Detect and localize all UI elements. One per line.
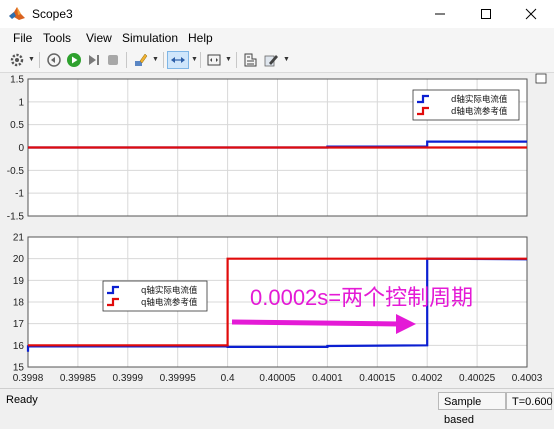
y-tick-label: 15 <box>13 363 25 374</box>
x-tick-label: 0.40005 <box>259 373 296 384</box>
y-tick-label: 18 <box>13 298 25 309</box>
scope-window: Scope3 File Tools View Simulation Help ▼ <box>0 0 554 426</box>
title-bar: Scope3 <box>0 0 554 28</box>
matlab-logo-icon <box>8 6 26 25</box>
y-tick-label: 21 <box>13 233 25 244</box>
plot-area: -1.5 -1 -0.5 0 0.5 1 1.5 0.3998 0.39985 0.3999 0.3… <box>0 73 554 387</box>
style-icon[interactable] <box>262 51 280 69</box>
settings-dropdown-icon[interactable]: ▼ <box>28 56 35 63</box>
close-button[interactable] <box>508 0 554 28</box>
x-tick-label: 0.4001 <box>312 373 343 384</box>
toolbar-separator <box>236 52 237 68</box>
y-tick-label: 0.5 <box>10 120 24 131</box>
step-forward-icon[interactable] <box>85 51 103 69</box>
y-tick-label: 0 <box>18 143 24 154</box>
y-tick-label: 16 <box>13 341 25 352</box>
y-tick-label: 1 <box>18 97 24 108</box>
x-tick-label: 0.4003 <box>512 373 543 384</box>
fit-axes-dropdown-icon[interactable]: ▼ <box>225 56 232 63</box>
legend-label: d轴电流参考值 <box>451 106 508 117</box>
expand-axes-icon <box>535 73 547 84</box>
y-tick-label: 20 <box>13 254 25 265</box>
x-tick-label: 0.3999 <box>113 373 144 384</box>
y-tick-label: 19 <box>13 276 25 287</box>
menu-simulation[interactable]: Simulation <box>122 31 178 45</box>
highlight-dropdown-icon[interactable]: ▼ <box>152 56 159 63</box>
window-title: Scope3 <box>32 7 73 21</box>
highlight-icon[interactable] <box>132 51 150 69</box>
x-tick-label: 0.3998 <box>13 373 44 384</box>
x-tick-label: 0.40015 <box>359 373 396 384</box>
x-tick-label: 0.4002 <box>412 373 443 384</box>
zoom-dropdown-icon[interactable]: ▼ <box>191 56 198 63</box>
x-tick-label: 0.39995 <box>160 373 197 384</box>
toolbar-separator <box>163 52 164 68</box>
toolbar: ▼ ▼ ▼ ▼ ▼ <box>0 48 554 73</box>
toolbar-separator <box>200 52 201 68</box>
annotation-text: 0.0002s=两个控制周期 <box>250 285 473 310</box>
menu-file[interactable]: File <box>13 31 32 45</box>
y-tick-label: -1 <box>15 189 24 200</box>
zoom-icon[interactable] <box>167 51 189 69</box>
menu-help[interactable]: Help <box>188 31 213 45</box>
x-tick-label: 0.39985 <box>60 373 97 384</box>
fit-axes-icon[interactable] <box>205 51 223 69</box>
toolbar-separator <box>39 52 40 68</box>
rewind-icon[interactable] <box>45 51 63 69</box>
annotation-arrow-shaft <box>231 319 401 327</box>
sample-mode-indicator: Sample based <box>438 392 506 426</box>
simulation-time-indicator: T=0.600 <box>506 392 553 410</box>
y-tick-label: -1.5 <box>7 212 25 223</box>
legend-label: q轴实际电流值 <box>141 285 198 296</box>
status-bar: Ready Sample based T=0.600 <box>0 388 554 426</box>
run-icon[interactable] <box>65 51 83 69</box>
legend-label: q轴电流参考值 <box>141 297 198 308</box>
menu-bar: File Tools View Simulation Help <box>0 28 554 48</box>
minimize-button[interactable] <box>417 0 463 28</box>
toolbar-separator <box>126 52 127 68</box>
cursor-measure-icon[interactable] <box>241 51 259 69</box>
status-text: Ready <box>6 394 38 406</box>
stop-icon[interactable] <box>104 51 122 69</box>
menu-tools[interactable]: Tools <box>43 31 71 45</box>
y-tick-label: 17 <box>13 319 25 330</box>
settings-icon[interactable] <box>8 51 26 69</box>
legend-top: d轴实际电流值d轴电流参考值 <box>412 89 520 121</box>
legend-label: d轴实际电流值 <box>451 94 508 105</box>
y-tick-label: -0.5 <box>7 166 25 177</box>
scope-plots: -1.5 -1 -0.5 0 0.5 1 1.5 0.3998 0.39985 0.3999 0.3… <box>7 73 547 384</box>
x-tick-label: 0.4 <box>221 373 235 384</box>
menu-view[interactable]: View <box>86 31 112 45</box>
legend-bottom: q轴实际电流值q轴电流参考值 <box>102 280 208 312</box>
maximize-button[interactable] <box>463 0 509 28</box>
style-dropdown-icon[interactable]: ▼ <box>283 56 290 63</box>
x-tick-label: 0.40025 <box>459 373 496 384</box>
y-tick-label: 1.5 <box>10 75 24 86</box>
